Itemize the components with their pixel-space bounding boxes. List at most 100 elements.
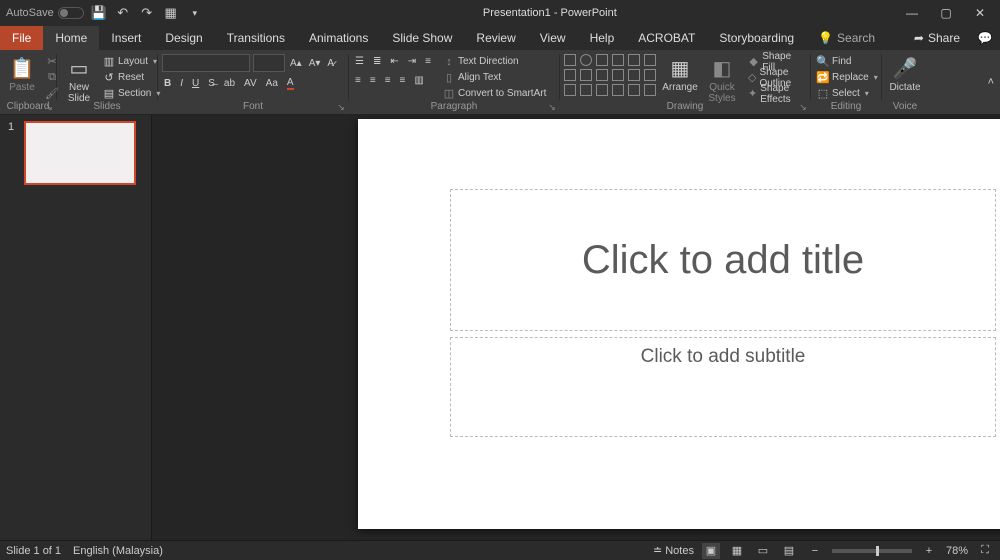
tab-home[interactable]: Home (43, 26, 99, 50)
tab-design[interactable]: Design (153, 26, 214, 50)
thumbnail-number: 1 (8, 121, 18, 185)
undo-icon[interactable]: ↶ (114, 4, 132, 22)
text-shadow-button[interactable]: ab (222, 76, 237, 91)
italic-button[interactable]: I (178, 76, 185, 91)
subtitle-placeholder[interactable]: Click to add subtitle (450, 337, 996, 437)
decrease-font-button[interactable]: A▾ (307, 56, 323, 71)
share-button[interactable]: ➦ Share (904, 26, 970, 50)
tab-acrobat[interactable]: ACROBAT (626, 26, 707, 50)
zoom-slider[interactable] (832, 549, 912, 553)
restore-button[interactable]: ▢ (930, 0, 962, 26)
slide[interactable]: Click to add title Click to add subtitle (358, 119, 1000, 529)
shapes-gallery[interactable] (564, 54, 656, 96)
shape-fill-icon: ◆ (748, 56, 759, 68)
justify-button[interactable]: ≡ (398, 73, 408, 88)
title-placeholder[interactable]: Click to add title (450, 189, 996, 331)
increase-font-button[interactable]: A▴ (288, 56, 304, 71)
slide-canvas-area[interactable]: Click to add title Click to add subtitle (152, 115, 1000, 540)
text-direction-label: Text Direction (458, 56, 519, 67)
increase-indent-button[interactable]: ⇥ (406, 54, 418, 69)
font-size-combo[interactable] (253, 54, 285, 72)
tab-animations[interactable]: Animations (297, 26, 380, 50)
start-from-beginning-icon[interactable]: ▦ (162, 4, 180, 22)
replace-button[interactable]: 🔁Replace▾ (815, 70, 880, 85)
bullets-button[interactable]: ☰ (353, 54, 366, 69)
tell-me-search[interactable]: 💡 Search (806, 26, 887, 50)
normal-view-button[interactable]: ▣ (702, 543, 720, 559)
microphone-icon: 🎤 (893, 56, 917, 80)
align-left-button[interactable]: ≡ (353, 73, 363, 88)
group-label-drawing: Drawing (560, 100, 810, 114)
new-slide-icon: ▭ (67, 56, 91, 80)
numbering-button[interactable]: ≣ (371, 54, 383, 69)
select-button[interactable]: ⬚Select▾ (815, 86, 880, 101)
line-spacing-button[interactable]: ≡ (423, 54, 433, 69)
strikethrough-button[interactable]: S̶ (206, 76, 217, 91)
reading-view-button[interactable]: ▭ (754, 543, 772, 559)
align-text-button[interactable]: ▯Align Text (441, 70, 548, 85)
dictate-button[interactable]: 🎤 Dictate (886, 54, 924, 95)
tab-storyboarding[interactable]: Storyboarding (707, 26, 806, 50)
zoom-in-button[interactable]: + (920, 543, 938, 559)
notes-button[interactable]: ≐Notes (653, 544, 694, 557)
autosave-label: AutoSave (6, 7, 54, 19)
slide-sorter-view-button[interactable]: ▦ (728, 543, 746, 559)
font-family-combo[interactable] (162, 54, 250, 72)
fit-to-window-button[interactable]: ⛶ (976, 543, 994, 559)
notes-label: Notes (665, 545, 694, 557)
layout-button[interactable]: ▥Layout▾ (101, 54, 162, 69)
toggle-icon (58, 7, 84, 19)
group-label-font: Font (158, 100, 348, 114)
quick-styles-button[interactable]: ◧ Quick Styles (704, 54, 740, 106)
share-icon: ➦ (914, 31, 924, 45)
save-icon[interactable]: 💾 (90, 4, 108, 22)
comments-button[interactable]: 💬 (970, 26, 1000, 50)
change-case-button[interactable]: Aa (264, 76, 280, 91)
autosave-toggle[interactable]: AutoSave (6, 7, 84, 19)
tab-help[interactable]: Help (578, 26, 627, 50)
columns-button[interactable]: ▥ (412, 73, 425, 88)
section-button[interactable]: ▤Section▾ (101, 86, 162, 101)
tab-review[interactable]: Review (464, 26, 527, 50)
character-spacing-button[interactable]: AV (242, 76, 259, 91)
qat-customize-icon[interactable]: ▾ (186, 4, 204, 22)
text-direction-icon: ↕ (443, 56, 455, 68)
convert-smartart-button[interactable]: ◫Convert to SmartArt (441, 86, 548, 101)
paste-button[interactable]: 📋 Paste (4, 54, 40, 95)
arrange-button[interactable]: ▦ Arrange (662, 54, 698, 95)
layout-label: Layout (118, 56, 148, 67)
text-direction-button[interactable]: ↕Text Direction (441, 54, 548, 69)
find-button[interactable]: 🔍Find (815, 54, 880, 69)
zoom-level[interactable]: 78% (946, 545, 968, 557)
collapse-ribbon-button[interactable]: ˄ (988, 76, 994, 88)
tab-view[interactable]: View (528, 26, 578, 50)
search-icon: 💡 (818, 31, 833, 45)
select-icon: ⬚ (817, 88, 829, 100)
tab-file[interactable]: File (0, 26, 43, 50)
section-icon: ▤ (103, 88, 115, 100)
new-slide-button[interactable]: ▭ New Slide (61, 54, 97, 106)
zoom-out-button[interactable]: − (806, 543, 824, 559)
slide-thumbnail-1[interactable] (24, 121, 136, 185)
slide-thumbnail-panel[interactable]: 1 (0, 115, 152, 540)
decrease-indent-button[interactable]: ⇤ (388, 54, 400, 69)
notes-icon: ≐ (653, 544, 662, 557)
language-indicator[interactable]: English (Malaysia) (73, 545, 163, 557)
redo-icon[interactable]: ↷ (138, 4, 156, 22)
clear-formatting-button[interactable]: A̷ (325, 56, 336, 71)
shape-effects-button[interactable]: ✦Shape Effects (746, 86, 806, 101)
align-right-button[interactable]: ≡ (383, 73, 393, 88)
title-placeholder-text: Click to add title (582, 238, 864, 283)
tab-insert[interactable]: Insert (99, 26, 153, 50)
tab-slide-show[interactable]: Slide Show (380, 26, 464, 50)
align-center-button[interactable]: ≡ (368, 73, 378, 88)
reset-button[interactable]: ↺Reset (101, 70, 162, 85)
tab-transitions[interactable]: Transitions (215, 26, 297, 50)
minimize-button[interactable]: — (896, 0, 928, 26)
underline-button[interactable]: U (190, 76, 201, 91)
close-button[interactable]: ✕ (964, 0, 996, 26)
font-color-button[interactable]: A (285, 76, 296, 91)
slide-counter[interactable]: Slide 1 of 1 (6, 545, 61, 557)
slideshow-view-button[interactable]: ▤ (780, 543, 798, 559)
bold-button[interactable]: B (162, 76, 173, 91)
